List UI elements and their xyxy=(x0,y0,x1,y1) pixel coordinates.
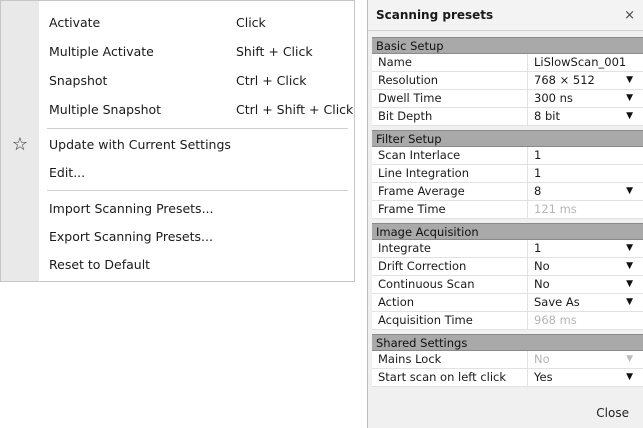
property-key: Resolution xyxy=(378,73,439,87)
menu-item-export-presets[interactable]: Export Scanning Presets... xyxy=(39,223,354,251)
property-row-drift-correction[interactable]: Drift Correction No ▼ xyxy=(372,258,643,276)
menu-item-shortcut: Shift + Click xyxy=(236,44,313,59)
menu-item-edit[interactable]: Edit... xyxy=(39,159,354,187)
menu-item-multiple-activate[interactable]: Multiple Activate Shift + Click xyxy=(39,38,354,66)
menu-item-multiple-snapshot[interactable]: Multiple Snapshot Ctrl + Shift + Click xyxy=(39,96,354,124)
property-row-acquisition-time: Acquisition Time 968 ms xyxy=(372,312,643,330)
dropdown-arrow-icon[interactable]: ▼ xyxy=(626,183,633,200)
panel-title-text: Scanning presets xyxy=(376,8,494,22)
property-key: Continuous Scan xyxy=(378,277,475,291)
property-key: Name xyxy=(378,55,412,69)
property-key: Drift Correction xyxy=(378,259,467,273)
dropdown-arrow-icon[interactable]: ▼ xyxy=(626,276,633,293)
property-value-input[interactable]: LiSlowScan_001 xyxy=(527,54,643,71)
property-row-resolution[interactable]: Resolution 768 × 512 ▼ xyxy=(372,72,643,90)
context-menu: Activate Click Multiple Activate Shift +… xyxy=(0,0,355,282)
menu-item-label: Reset to Default xyxy=(49,257,151,272)
dropdown-arrow-icon[interactable]: ▼ xyxy=(626,294,633,311)
menu-item-update-current-settings[interactable]: ☆ Update with Current Settings xyxy=(12,131,354,159)
property-row-scan-interlace[interactable]: Scan Interlace 1 xyxy=(372,147,643,165)
property-row-name[interactable]: Name LiSlowScan_001 xyxy=(372,54,643,72)
menu-item-activate[interactable]: Activate Click xyxy=(39,9,354,37)
menu-item-label: Update with Current Settings xyxy=(49,137,231,152)
property-row-frame-average[interactable]: Frame Average 8 ▼ xyxy=(372,183,643,201)
star-icon: ☆ xyxy=(11,134,29,155)
menu-item-label: Import Scanning Presets... xyxy=(49,201,214,216)
property-key: Dwell Time xyxy=(378,91,442,105)
dropdown-arrow-icon: ▼ xyxy=(626,354,633,364)
property-row-integrate[interactable]: Integrate 1 ▼ xyxy=(372,240,643,258)
section-header-shared-settings[interactable]: Shared Settings xyxy=(372,334,643,351)
menu-item-reset-default[interactable]: Reset to Default xyxy=(39,251,354,279)
property-row-action[interactable]: Action Save As ▼ xyxy=(372,294,643,312)
close-icon[interactable]: × xyxy=(624,0,635,31)
property-row-frame-time: Frame Time 121 ms xyxy=(372,201,643,219)
section-header-filter-setup[interactable]: Filter Setup xyxy=(372,130,643,147)
property-row-start-scan-left-click[interactable]: Start scan on left click Yes ▼ xyxy=(372,369,643,387)
property-key: Mains Lock xyxy=(378,352,442,366)
property-row-bit-depth[interactable]: Bit Depth 8 bit ▼ xyxy=(372,108,643,126)
panel-title: Scanning presets xyxy=(368,0,643,31)
property-key: Scan Interlace xyxy=(378,148,461,162)
property-key: Action xyxy=(378,295,415,309)
menu-item-import-presets[interactable]: Import Scanning Presets... xyxy=(39,195,354,223)
property-value-readonly: 968 ms xyxy=(527,312,643,329)
dropdown-arrow-icon[interactable]: ▼ xyxy=(626,72,633,89)
menu-item-label: Edit... xyxy=(49,165,86,180)
section-header-basic-setup[interactable]: Basic Setup xyxy=(372,37,643,54)
dropdown-arrow-icon[interactable]: ▼ xyxy=(626,258,633,275)
menu-item-shortcut: Ctrl + Click xyxy=(236,73,307,88)
property-key: Frame Time xyxy=(378,202,446,216)
property-row-mains-lock: Mains Lock No ▼ xyxy=(372,351,643,369)
property-key: Bit Depth xyxy=(378,109,433,123)
property-row-continuous-scan[interactable]: Continuous Scan No ▼ xyxy=(372,276,643,294)
dropdown-arrow-icon[interactable]: ▼ xyxy=(626,90,633,107)
menu-item-shortcut: Ctrl + Shift + Click xyxy=(236,102,354,117)
menu-separator xyxy=(47,128,348,129)
property-key: Frame Average xyxy=(378,184,465,198)
menu-item-label: Snapshot xyxy=(49,73,108,88)
dropdown-arrow-icon[interactable]: ▼ xyxy=(626,108,633,125)
close-button[interactable]: Close xyxy=(596,406,629,420)
section-header-image-acquisition[interactable]: Image Acquisition xyxy=(372,223,643,240)
dropdown-arrow-icon[interactable]: ▼ xyxy=(626,369,633,386)
property-key: Line Integration xyxy=(378,166,469,180)
scanning-presets-panel: Scanning presets × Basic Setup Name LiSl… xyxy=(367,0,643,428)
menu-item-label: Multiple Activate xyxy=(49,44,154,59)
property-grid: Basic Setup Name LiSlowScan_001 Resoluti… xyxy=(372,37,643,387)
menu-item-label: Activate xyxy=(49,15,101,30)
property-key: Integrate xyxy=(378,241,431,255)
property-value-readonly: 121 ms xyxy=(527,201,643,218)
property-key: Start scan on left click xyxy=(378,370,507,384)
property-value-input[interactable]: 1 xyxy=(527,165,643,182)
property-row-line-integration[interactable]: Line Integration 1 xyxy=(372,165,643,183)
property-key: Acquisition Time xyxy=(378,313,473,327)
dropdown-arrow-icon[interactable]: ▼ xyxy=(626,240,633,257)
menu-item-label: Multiple Snapshot xyxy=(49,102,162,117)
menu-item-snapshot[interactable]: Snapshot Ctrl + Click xyxy=(39,67,354,95)
menu-separator xyxy=(47,190,348,191)
property-row-dwell-time[interactable]: Dwell Time 300 ns ▼ xyxy=(372,90,643,108)
menu-item-shortcut: Click xyxy=(236,15,266,30)
property-value-input[interactable]: 1 xyxy=(527,147,643,164)
menu-item-label: Export Scanning Presets... xyxy=(49,229,213,244)
